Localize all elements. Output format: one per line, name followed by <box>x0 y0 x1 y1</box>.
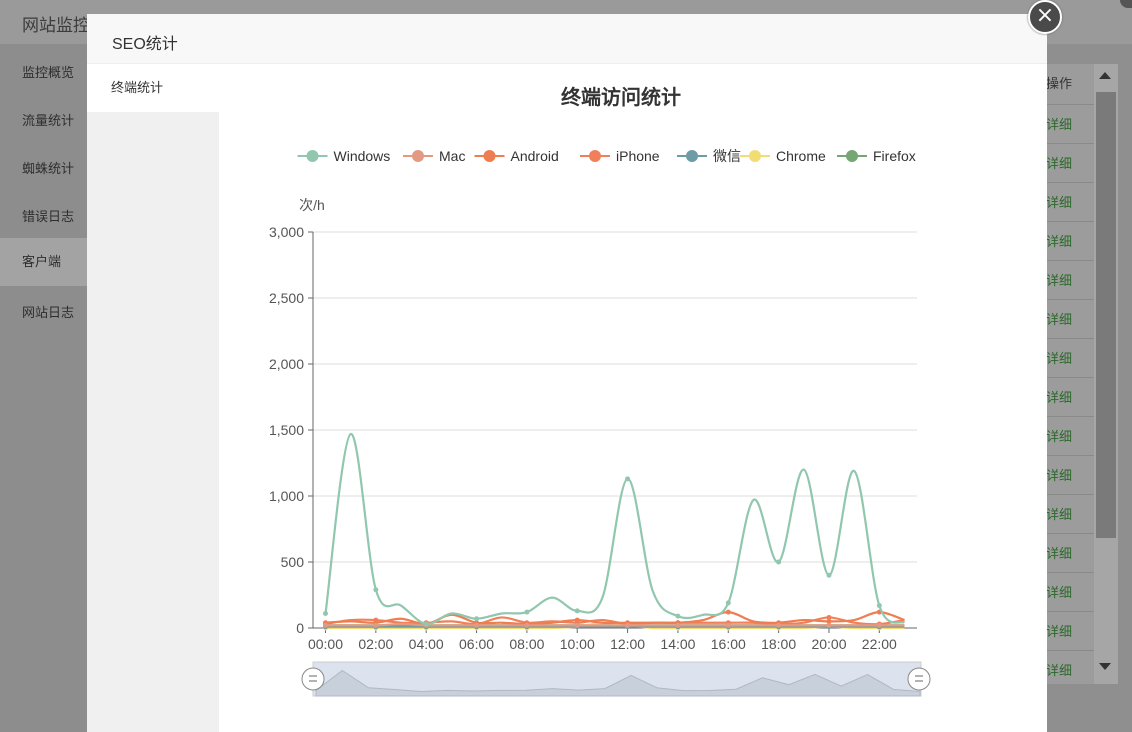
data-point-Windows <box>373 587 379 593</box>
legend-marker-Android <box>483 150 496 162</box>
data-point-Mac <box>725 622 731 628</box>
data-point-Mac <box>826 622 832 628</box>
x-tick-label: 20:00 <box>811 636 846 652</box>
legend-marker-Chrome <box>749 150 761 162</box>
legend-label-Windows: Windows <box>334 148 391 164</box>
scrollbar-thumb[interactable] <box>1096 92 1116 538</box>
data-point-Mac <box>323 622 328 628</box>
x-tick-label: 22:00 <box>862 636 897 652</box>
series-line-Windows <box>324 432 906 626</box>
table-row-detail-link[interactable]: 详细 <box>1046 494 1094 534</box>
x-tick-label: 06:00 <box>459 636 494 652</box>
data-point-Android <box>574 617 580 623</box>
legend-label-iPhone: iPhone <box>616 148 660 164</box>
x-tick-label: 12:00 <box>610 636 645 652</box>
sidebar-item[interactable]: 蜘蛛统计 <box>22 158 74 177</box>
page-title: 网站监控 <box>22 16 90 35</box>
sidebar-item[interactable]: 网站日志 <box>22 302 74 321</box>
legend-label-Mac: Mac <box>439 148 465 164</box>
y-axis-label: 次/h <box>299 197 325 213</box>
data-point-Windows <box>725 600 731 606</box>
table-row-detail-link[interactable]: 详细 <box>1046 572 1094 612</box>
data-point-Windows <box>776 559 782 565</box>
x-tick-label: 18:00 <box>761 636 796 652</box>
legend-label-微信: 微信 <box>713 148 741 164</box>
data-point-Mac <box>876 622 882 628</box>
y-tick-label: 500 <box>281 554 305 570</box>
datazoom-right-handle[interactable] <box>907 667 931 691</box>
data-point-Windows <box>574 608 580 614</box>
table-row-detail-link[interactable]: 详细 <box>1046 416 1094 456</box>
seo-stats-modal: SEO统计 终端统计 终端访问统计 次/h 0 500 1,000 1,500 2,000 2… <box>87 14 1047 732</box>
x-tick-label: 02:00 <box>358 636 393 652</box>
data-point-Windows <box>323 610 328 616</box>
y-tick-label: 1,000 <box>269 488 304 504</box>
legend-marker-微信 <box>686 150 698 162</box>
sidebar-item[interactable]: 监控概览 <box>22 62 74 81</box>
data-point-Mac <box>675 622 681 628</box>
table-row-detail-link[interactable]: 详细 <box>1046 104 1094 144</box>
y-tick-label: 0 <box>296 620 304 636</box>
x-tick-label: 16:00 <box>711 636 746 652</box>
data-point-Mac <box>574 622 580 628</box>
sidebar <box>0 44 88 732</box>
table-row-detail-link[interactable]: 详细 <box>1046 299 1094 339</box>
table-row-detail-link[interactable]: 详细 <box>1046 455 1094 495</box>
legend-marker-Mac <box>412 150 424 162</box>
chart-title: 终端访问统计 <box>561 85 681 109</box>
terminal-visits-chart: 终端访问统计次/h 0 500 1,000 1,500 2,000 2,500 3,000 00… <box>269 85 931 697</box>
datazoom-left-handle[interactable] <box>301 667 325 691</box>
legend-marker-iPhone <box>589 150 601 162</box>
scroll-down-arrow-icon[interactable] <box>1099 663 1111 670</box>
x-tick-label: 14:00 <box>660 636 695 652</box>
table-row-detail-link[interactable]: 详细 <box>1046 221 1094 261</box>
legend-label-Chrome: Chrome <box>776 148 826 164</box>
y-tick-label: 2,500 <box>269 290 304 306</box>
data-point-Windows <box>524 609 530 615</box>
sidebar-item[interactable]: 流量统计 <box>22 110 74 129</box>
legend-label-Android: Android <box>511 148 559 164</box>
legend-marker-Windows <box>306 150 319 162</box>
data-point-Mac <box>625 622 631 628</box>
data-point-Windows <box>474 616 480 622</box>
data-point-Windows <box>625 476 631 482</box>
data-point-Mac <box>776 622 782 628</box>
table-row-detail-link[interactable]: 详细 <box>1046 338 1094 378</box>
table-header-action: 操作 <box>1046 76 1073 91</box>
data-point-Windows <box>423 621 429 627</box>
data-point-Windows <box>876 603 882 609</box>
table-row-detail-link[interactable]: 详细 <box>1046 260 1094 300</box>
sidebar-item[interactable]: 错误日志 <box>22 206 74 225</box>
sidebar-item[interactable]: 客户端 <box>0 238 88 286</box>
table-row-detail-link[interactable]: 详细 <box>1046 143 1094 183</box>
table-row-detail-link[interactable]: 详细 <box>1046 377 1094 417</box>
data-point-Windows <box>826 572 832 578</box>
close-icon[interactable]: × <box>1028 0 1062 34</box>
y-tick-label: 1,500 <box>269 422 304 438</box>
table-row-detail-link[interactable]: 详细 <box>1046 611 1094 651</box>
table-row-detail-link[interactable]: 详细 <box>1046 182 1094 222</box>
x-tick-label: 04:00 <box>409 636 444 652</box>
legend-label-Firefox: Firefox <box>873 148 916 164</box>
x-tick-label: 08:00 <box>509 636 544 652</box>
table-row-detail-link[interactable]: 详细 <box>1046 650 1094 690</box>
data-point-Windows <box>675 613 681 619</box>
data-point-Android <box>725 609 731 615</box>
data-point-Mac <box>524 622 530 628</box>
y-tick-label: 2,000 <box>269 356 304 372</box>
data-point-Mac <box>474 622 480 628</box>
scroll-up-arrow-icon[interactable] <box>1099 72 1111 79</box>
legend-marker-Firefox <box>846 150 858 162</box>
table-row-detail-link[interactable]: 详细 <box>1046 533 1094 573</box>
data-point-Mac <box>373 622 379 628</box>
x-tick-label: 00:00 <box>308 636 343 652</box>
x-tick-label: 10:00 <box>560 636 595 652</box>
y-tick-label: 3,000 <box>269 224 304 240</box>
